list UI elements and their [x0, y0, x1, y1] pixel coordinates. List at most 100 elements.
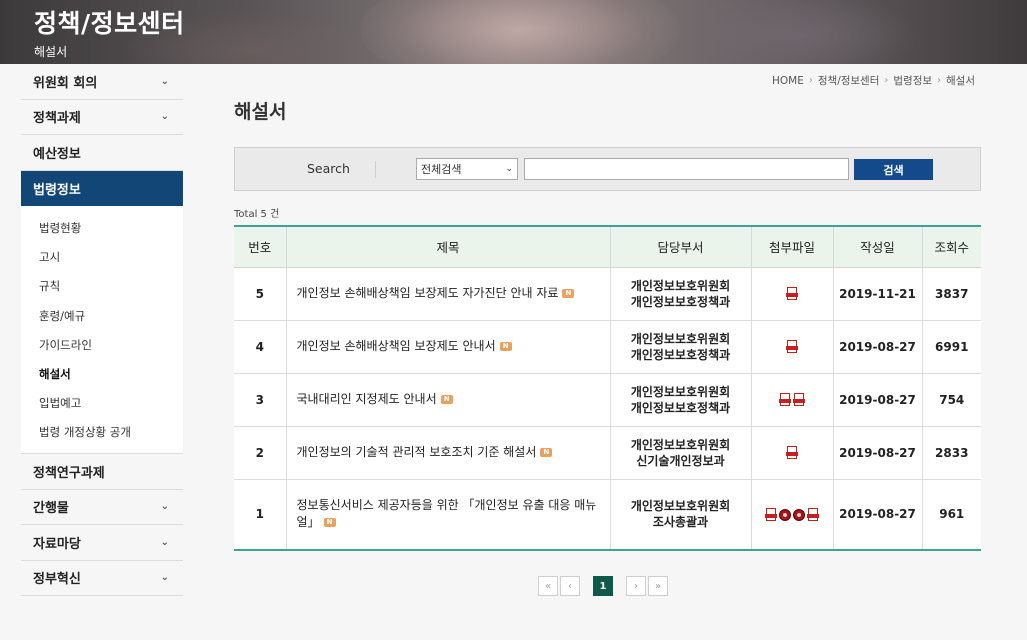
- sidebar-item-label: 정책과제: [33, 111, 81, 127]
- submenu-item-legal-status[interactable]: 법령현황: [21, 214, 183, 243]
- department-org: 개인정보보호위원회: [630, 384, 731, 399]
- new-badge-icon: N: [440, 395, 453, 404]
- search-label: Search: [307, 161, 350, 176]
- pdf-file-icon[interactable]: [786, 286, 798, 301]
- row-date: 2019-11-21: [833, 267, 923, 321]
- table-row[interactable]: 5 개인정보 손해배상책임 보장제도 자가진단 안내 자료 N 개인정보보호위원회 개인…: [234, 267, 981, 321]
- search-panel: Search 전체검색 ⌄ 검색: [234, 147, 981, 191]
- row-number: 5: [234, 267, 287, 321]
- last-page-button[interactable]: »: [648, 576, 668, 596]
- sidebar-item-label: 정책연구과제: [33, 465, 105, 481]
- search-button[interactable]: 검색: [854, 159, 933, 180]
- submenu-item-legislative-notice[interactable]: 입법예고: [21, 389, 183, 418]
- department-division: 개인정보보호정책과: [630, 294, 731, 309]
- row-attachments: [751, 373, 834, 427]
- chevron-down-icon: ⌄: [160, 75, 169, 87]
- submenu-item-revision-status[interactable]: 법령 개정상황 공개: [21, 418, 183, 447]
- row-number: 3: [234, 373, 287, 427]
- first-page-button[interactable]: «: [538, 576, 558, 596]
- submenu-item-guidelines[interactable]: 가이드라인: [21, 330, 183, 359]
- row-department: 개인정보보호위원회 개인정보보호정책과: [610, 373, 752, 427]
- submenu-item-directives[interactable]: 훈령/예규: [21, 301, 183, 330]
- next-page-button[interactable]: ›: [626, 576, 646, 596]
- department-division: 개인정보보호정책과: [630, 400, 731, 415]
- pdf-file-icon[interactable]: [765, 507, 777, 522]
- department-org: 개인정보보호위원회: [630, 331, 731, 346]
- sidebar-item-label: 간행물: [33, 501, 69, 517]
- attachment-file-icon[interactable]: [793, 508, 805, 521]
- row-title-cell[interactable]: 개인정보 손해배상책임 보장제도 자가진단 안내 자료 N: [286, 267, 611, 321]
- breadcrumb-policy-center[interactable]: 정책/정보센터: [818, 73, 880, 88]
- row-attachments: [751, 320, 834, 374]
- sidebar-item-label: 자료마당: [33, 536, 81, 552]
- row-attachments: [751, 267, 834, 321]
- row-views: 961: [922, 479, 981, 551]
- sidebar-item-budget-info[interactable]: 예산정보: [21, 135, 183, 171]
- pdf-file-icon[interactable]: [807, 507, 819, 522]
- sidebar-item-policy-research[interactable]: 정책연구과제: [21, 454, 183, 490]
- department-division: 신기술개인정보과: [636, 453, 725, 468]
- breadcrumb: HOME › 정책/정보센터 › 법령정보 › 해설서: [772, 73, 975, 88]
- row-title-cell[interactable]: 정보통신서비스 제공자등을 위한 「개인정보 유출 대응 매뉴얼」 N: [286, 479, 611, 551]
- row-title-link[interactable]: 개인정보 손해배상책임 보장제도 안내서: [297, 339, 496, 353]
- chevron-down-icon: ⌄: [160, 111, 169, 123]
- row-title-link[interactable]: 개인정보 손해배상책임 보장제도 자가진단 안내 자료: [297, 286, 559, 300]
- new-badge-icon: N: [562, 289, 575, 298]
- prev-page-button[interactable]: ‹: [560, 576, 580, 596]
- row-title-cell[interactable]: 국내대리인 지정제도 안내서 N: [286, 373, 611, 427]
- department-division: 조사총괄과: [652, 515, 709, 530]
- sidebar-item-policy-tasks[interactable]: 정책과제 ⌄: [21, 100, 183, 135]
- new-badge-icon: N: [323, 518, 336, 528]
- row-date: 2019-08-27: [833, 373, 923, 427]
- new-badge-icon: N: [540, 448, 553, 457]
- row-title-link[interactable]: 정보통신서비스 제공자등을 위한 「개인정보 유출 대응 매뉴얼」: [297, 498, 597, 529]
- page-number-current[interactable]: 1: [593, 576, 613, 596]
- row-department: 개인정보보호위원회 개인정보보호정책과: [610, 320, 752, 374]
- header-attachments: 첨부파일: [751, 225, 834, 268]
- search-scope-select[interactable]: 전체검색 ⌄: [416, 158, 518, 180]
- sidebar-item-committee-meeting[interactable]: 위원회 회의 ⌄: [21, 64, 183, 100]
- department-org: 개인정보보호위원회: [630, 499, 731, 514]
- divider: [375, 161, 376, 178]
- header-date: 작성일: [833, 225, 923, 268]
- chevron-right-icon: ›: [808, 75, 813, 86]
- submenu-item-commentary[interactable]: 해설서: [21, 359, 183, 388]
- banner-background-shade: [680, 0, 920, 64]
- submenu-item-rules[interactable]: 규칙: [21, 272, 183, 301]
- row-title-link[interactable]: 개인정보의 기술적 관리적 보호조치 기준 해설서: [297, 445, 537, 459]
- sidebar-item-gov-innovation[interactable]: 정부혁신 ⌄: [21, 561, 183, 596]
- banner-background-image: [360, 0, 680, 64]
- banner-subtitle: 해설서: [34, 45, 68, 59]
- attachment-file-icon[interactable]: [779, 508, 791, 521]
- row-title-cell[interactable]: 개인정보의 기술적 관리적 보호조치 기준 해설서 N: [286, 426, 611, 480]
- search-input[interactable]: [524, 158, 849, 180]
- pdf-file-icon[interactable]: [786, 445, 798, 460]
- row-title-link[interactable]: 국내대리인 지정제도 안내서: [297, 392, 437, 406]
- sidebar-item-data-room[interactable]: 자료마당 ⌄: [21, 525, 183, 561]
- chevron-down-icon: ⌄: [160, 501, 169, 513]
- table-row[interactable]: 1 정보통신서비스 제공자등을 위한 「개인정보 유출 대응 매뉴얼」 N 개인정보보…: [234, 479, 981, 551]
- breadcrumb-current: 해설서: [946, 75, 975, 87]
- sidebar-item-label: 예산정보: [33, 146, 81, 162]
- pdf-file-icon[interactable]: [779, 392, 791, 407]
- breadcrumb-legal-info[interactable]: 법령정보: [893, 73, 932, 88]
- sidebar-submenu: 법령현황 고시 규칙 훈령/예규 가이드라인 해설서 입법예고 법령 개정상황 …: [21, 205, 183, 454]
- row-views: 754: [922, 373, 981, 427]
- sidebar-item-legal-info[interactable]: 법령정보: [21, 170, 183, 206]
- submenu-item-notices[interactable]: 고시: [21, 243, 183, 272]
- table-header-row: 번호 제목 담당부서 첨부파일 작성일 조회수: [234, 225, 981, 268]
- pdf-file-icon[interactable]: [786, 339, 798, 354]
- breadcrumb-home[interactable]: HOME: [772, 75, 804, 87]
- row-department: 개인정보보호위원회 개인정보보호정책과: [610, 267, 752, 321]
- row-title-cell[interactable]: 개인정보 손해배상책임 보장제도 안내서 N: [286, 320, 611, 374]
- pdf-file-icon[interactable]: [793, 392, 805, 407]
- document-table: 번호 제목 담당부서 첨부파일 작성일 조회수 5 개인정보 손해배상책임 보장제…: [234, 225, 981, 551]
- row-date: 2019-08-27: [833, 479, 923, 551]
- table-row[interactable]: 4 개인정보 손해배상책임 보장제도 안내서 N 개인정보보호위원회 개인정보보호정책과…: [234, 320, 981, 374]
- sidebar-item-label: 법령정보: [33, 182, 81, 198]
- table-row[interactable]: 3 국내대리인 지정제도 안내서 N 개인정보보호위원회 개인정보보호정책과 2019-0…: [234, 373, 981, 427]
- new-badge-icon: N: [499, 342, 512, 351]
- sidebar-item-publications[interactable]: 간행물 ⌄: [21, 490, 183, 525]
- chevron-down-icon: ⌄: [160, 572, 169, 584]
- table-row[interactable]: 2 개인정보의 기술적 관리적 보호조치 기준 해설서 N 개인정보보호위원회 신기술개…: [234, 426, 981, 480]
